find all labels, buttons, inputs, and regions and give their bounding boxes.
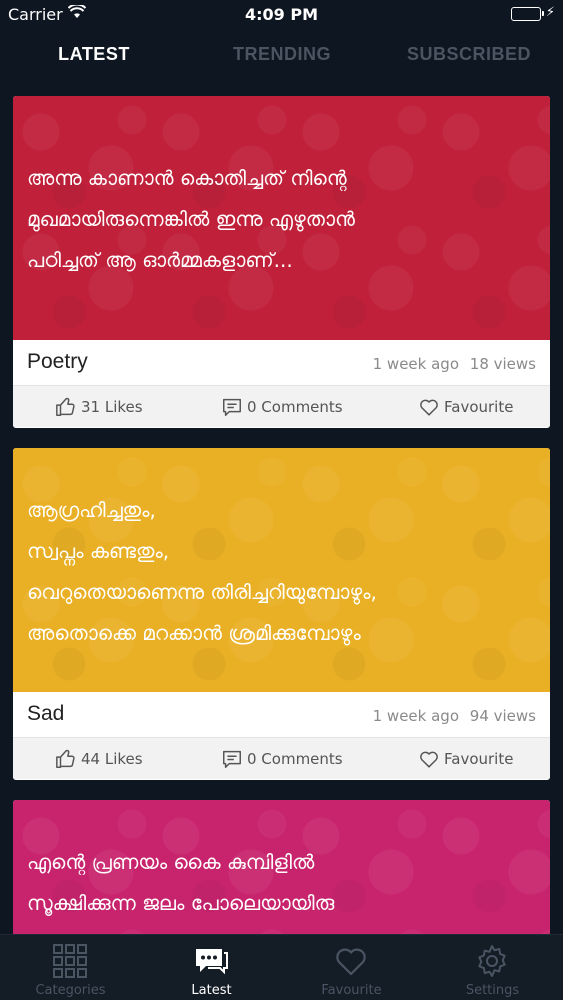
chat-bubbles-icon — [196, 949, 228, 975]
tabbar-item-favourite[interactable]: Favourite — [281, 935, 422, 1000]
post-views: 18 views — [469, 355, 536, 373]
post-quote[interactable]: എന്റെ പ്രണയം കൈ കുമ്പിളിൽ സൂക്ഷിക്കുന്ന … — [13, 800, 550, 934]
quote-line: അതൊക്കെ മറക്കാൻ ശ്രമിക്കുമ്പോഴും — [27, 621, 361, 645]
thumbs-up-icon — [56, 749, 75, 768]
tabbar-label: Favourite — [321, 983, 382, 998]
post-time: 1 week ago — [372, 355, 459, 373]
tab-trending[interactable]: TRENDING — [188, 44, 376, 65]
post-actions: 31 Likes 0 Comments Favourite — [13, 386, 550, 427]
comment-icon — [223, 750, 241, 768]
heart-icon — [420, 751, 438, 768]
like-button[interactable]: 31 Likes — [55, 396, 143, 418]
post-card[interactable]: ആഗ്രഹിച്ചതും, സ്വപ്നം കണ്ടതും, വെറുതെയാണ… — [13, 448, 550, 780]
post-time: 1 week ago — [372, 707, 459, 725]
quote-line: എന്റെ പ്രണയം കൈ കുമ്പിളിൽ — [27, 850, 315, 874]
like-button[interactable]: 44 Likes — [55, 748, 143, 770]
post-views: 94 views — [469, 707, 536, 725]
post-category[interactable]: Poetry — [27, 350, 88, 374]
quote-line: പഠിച്ചത് ആ ഓർമ്മകളാണ്... — [27, 248, 293, 272]
likes-count: 44 Likes — [81, 750, 143, 768]
favourite-button[interactable]: Favourite — [418, 748, 513, 770]
tabbar-item-latest[interactable]: Latest — [141, 935, 282, 1000]
gear-icon — [478, 945, 506, 977]
quote-line: ആഗ്രഹിച്ചതും, — [27, 498, 156, 522]
bottom-tab-bar: Categories Latest Favourite Settings — [0, 934, 563, 1000]
charging-icon: ⚡ — [545, 5, 555, 20]
top-tabs: LATEST TRENDING SUBSCRIBED — [0, 40, 563, 74]
heart-icon — [420, 399, 438, 416]
quote-line: വെറുതെയാണെന്നു തിരിച്ചറിയുമ്പോഴും, — [27, 580, 377, 604]
favourite-label: Favourite — [444, 750, 514, 768]
comments-button[interactable]: 0 Comments — [221, 396, 343, 418]
tab-subscribed[interactable]: SUBSCRIBED — [375, 44, 563, 65]
tabbar-label: Categories — [35, 983, 106, 998]
grid-icon — [53, 944, 87, 978]
tab-latest[interactable]: LATEST — [0, 44, 188, 65]
favourite-label: Favourite — [444, 398, 514, 416]
post-quote[interactable]: അന്നു കാണാൻ കൊതിച്ചത് നിന്റെ മുഖമായിരുന്… — [13, 96, 550, 340]
post-meta: Sad 1 week ago 94 views — [13, 692, 550, 738]
quote-line: മുഖമായിരുന്നെങ്കിൽ ഇന്നു എഴുതാൻ — [27, 207, 355, 231]
comment-icon — [223, 398, 241, 416]
comments-button[interactable]: 0 Comments — [221, 748, 343, 770]
tabbar-label: Latest — [191, 983, 232, 998]
likes-count: 31 Likes — [81, 398, 143, 416]
post-card[interactable]: എന്റെ പ്രണയം കൈ കുമ്പിളിൽ സൂക്ഷിക്കുന്ന … — [13, 800, 550, 934]
post-meta: Poetry 1 week ago 18 views — [13, 340, 550, 386]
clock: 4:09 PM — [244, 5, 318, 24]
comments-count: 0 Comments — [247, 750, 343, 768]
status-bar: Carrier 4:09 PM ⚡ — [0, 0, 563, 28]
battery-icon — [511, 7, 544, 21]
post-feed[interactable]: അന്നു കാണാൻ കൊതിച്ചത് നിന്റെ മുഖമായിരുന്… — [13, 96, 550, 934]
quote-line: സൂക്ഷിക്കുന്ന ജലം പോലെയായിരു — [27, 891, 335, 915]
favourite-button[interactable]: Favourite — [418, 396, 513, 418]
post-card[interactable]: അന്നു കാണാൻ കൊതിച്ചത് നിന്റെ മുഖമായിരുന്… — [13, 96, 550, 428]
post-category[interactable]: Sad — [27, 702, 64, 726]
tabbar-item-categories[interactable]: Categories — [0, 935, 141, 1000]
tabbar-label: Settings — [465, 983, 520, 998]
post-actions: 44 Likes 0 Comments Favourite — [13, 738, 550, 779]
post-quote[interactable]: ആഗ്രഹിച്ചതും, സ്വപ്നം കണ്ടതും, വെറുതെയാണ… — [13, 448, 550, 692]
comments-count: 0 Comments — [247, 398, 343, 416]
tabbar-item-settings[interactable]: Settings — [422, 935, 563, 1000]
thumbs-up-icon — [56, 397, 75, 416]
heart-icon — [336, 948, 366, 976]
quote-line: സ്വപ്നം കണ്ടതും, — [27, 539, 170, 563]
quote-line: അന്നു കാണാൻ കൊതിച്ചത് നിന്റെ — [27, 166, 347, 190]
